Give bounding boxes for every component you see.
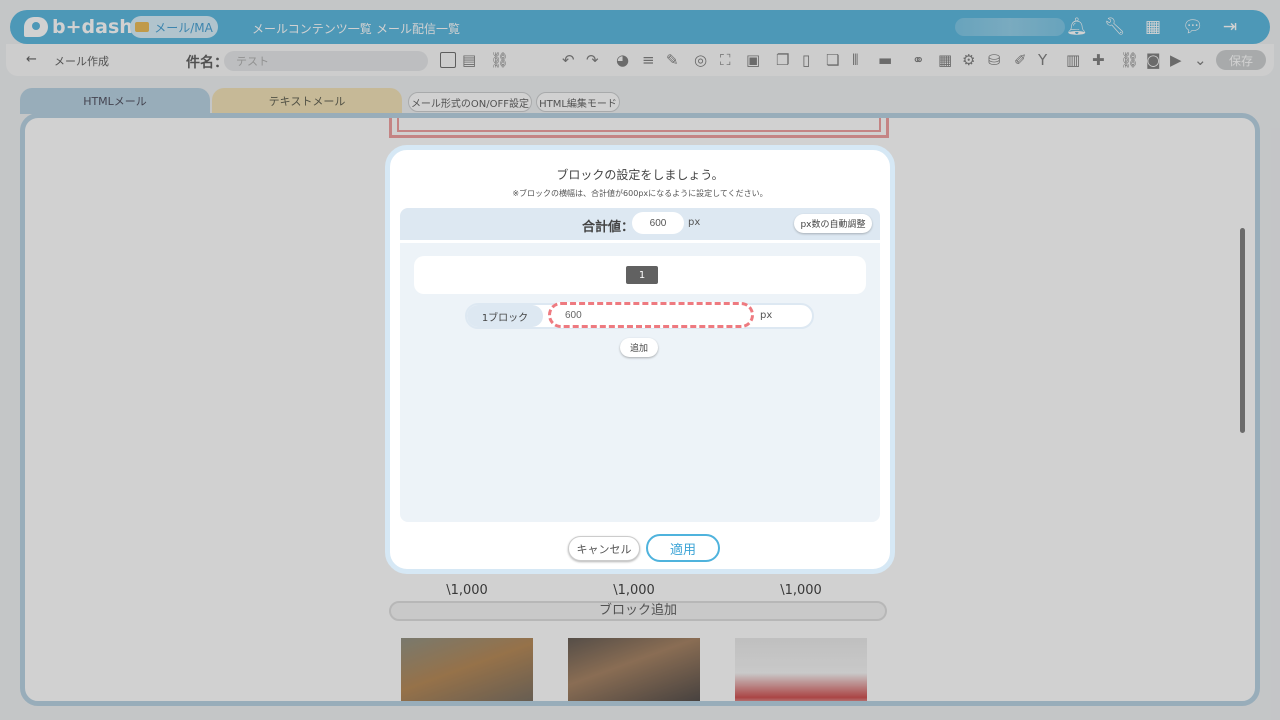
total-bar: 合計値： px px数の自動調整 — [400, 208, 880, 240]
block-number-badge: 1 — [626, 266, 658, 284]
add-block-width-button[interactable]: 追加 — [620, 338, 658, 357]
dialog-title: ブロックの設定をしましょう。 — [556, 168, 724, 182]
apply-button[interactable]: 適用 — [646, 534, 720, 562]
block-preview: 1 — [414, 256, 866, 294]
total-unit: px — [688, 217, 701, 228]
dialog-note: ※ブロックの横幅は、合計値が600pxになるように設定してください。 — [512, 189, 768, 198]
block-unit: px — [760, 310, 773, 321]
block-width-input[interactable] — [548, 302, 754, 328]
block-label: 1ブロック — [467, 305, 543, 327]
cancel-button[interactable]: キャンセル — [568, 536, 640, 561]
auto-adjust-button[interactable]: px数の自動調整 — [794, 214, 872, 233]
total-label: 合計値： — [582, 220, 635, 235]
block-config-area: 1 1ブロック px 追加 — [400, 243, 880, 522]
block-settings-dialog: ブロックの設定をしましょう。 ※ブロックの横幅は、合計値が600pxになるように… — [385, 145, 895, 574]
total-value-field[interactable] — [632, 212, 684, 234]
block-width-row: 1ブロック px — [465, 302, 814, 329]
